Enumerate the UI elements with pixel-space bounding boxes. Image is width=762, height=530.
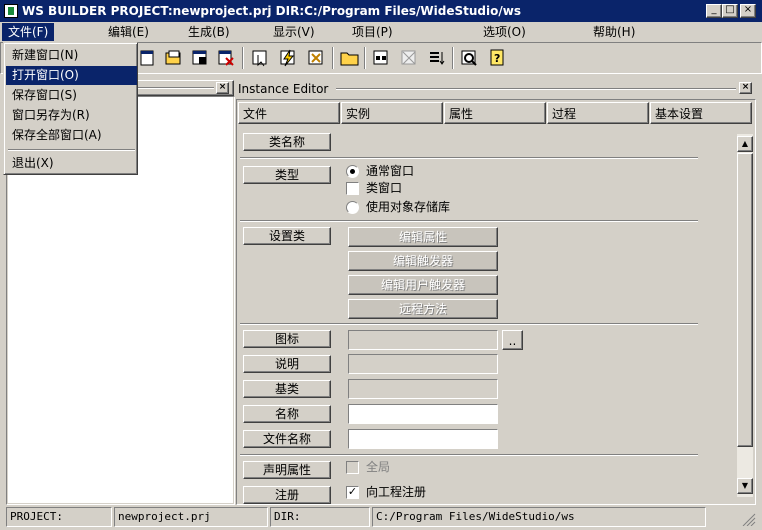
panel-grip (138, 87, 214, 89)
icon-browse-button[interactable]: .. (502, 330, 523, 350)
declare-attribute-label: 声明属性 (243, 461, 331, 479)
app-icon (4, 4, 18, 18)
instance-editor-title: Instance Editor (238, 82, 329, 96)
remote-methods-button[interactable]: 远程方法 (348, 299, 498, 319)
name-label: 名称 (243, 405, 331, 423)
settings-class-label: 设置类 (243, 227, 331, 245)
list-icon[interactable] (425, 46, 449, 70)
status-project-label: PROJECT: (6, 507, 112, 527)
maximize-button[interactable]: □ (722, 4, 738, 18)
edit-user-triggers-button[interactable]: 编辑用户触发器 (348, 275, 498, 295)
menu-item-open-window[interactable]: 打开窗口(O) (6, 66, 137, 85)
menu-help[interactable]: 帮助(H) (587, 23, 641, 41)
tab-attribute[interactable]: 属性 (444, 102, 546, 124)
tab-instance[interactable]: 实例 (341, 102, 443, 124)
group-separator (240, 323, 698, 325)
toolbar-separator (332, 47, 334, 69)
menu-edit[interactable]: 编辑(E) (102, 23, 155, 41)
status-dir-value: C:/Program Files/WideStudio/ws (372, 507, 706, 527)
type-label: 类型 (243, 166, 331, 184)
group-separator (240, 220, 698, 222)
menu-file[interactable]: 文件(F) (2, 23, 55, 41)
class-name-label: 类名称 (243, 133, 331, 151)
preview-icon[interactable] (457, 46, 481, 70)
description-field (348, 354, 498, 374)
menu-item-save-as[interactable]: 窗口另存为(R) (6, 106, 137, 125)
window-title: WS BUILDER PROJECT:newproject.prj DIR:C:… (22, 4, 521, 18)
panel-close-icon[interactable]: × (216, 82, 229, 94)
select-icon[interactable] (248, 46, 272, 70)
global-label: 全局 (366, 460, 391, 474)
run-icon[interactable] (304, 46, 328, 70)
menu-view[interactable]: 显示(V) (267, 23, 321, 41)
toolbar-separator (242, 47, 244, 69)
file-menu-dropdown: 新建窗口(N) 打开窗口(O) 保存窗口(S) 窗口另存为(R) 保存全部窗口(… (3, 42, 138, 175)
toolbar-separator (452, 47, 454, 69)
title-grip (336, 88, 736, 90)
svg-text:?: ? (494, 52, 500, 65)
menu-item-save-window[interactable]: 保存窗口(S) (6, 86, 137, 105)
status-dir-label: DIR: (270, 507, 370, 527)
edit-properties-button[interactable]: 编辑属性 (348, 227, 498, 247)
instance-editor-close-icon[interactable]: × (739, 82, 752, 94)
save-window-icon[interactable] (188, 46, 212, 70)
help-icon[interactable]: ? (485, 46, 509, 70)
base-class-label: 基类 (243, 380, 331, 398)
edit-triggers-button[interactable]: 编辑触发器 (348, 251, 498, 271)
file-name-input[interactable] (348, 429, 498, 449)
register-to-project-label: 向工程注册 (366, 485, 427, 499)
tab-procedure[interactable]: 过程 (547, 102, 649, 124)
open-folder-icon[interactable] (338, 46, 362, 70)
scroll-up-icon[interactable]: ▲ (737, 136, 753, 152)
file-name-label: 文件名称 (243, 430, 331, 448)
register-label: 注册 (243, 486, 331, 504)
menu-options[interactable]: 选项(O) (477, 23, 532, 41)
normal-window-radio[interactable] (346, 165, 359, 178)
new-window-icon[interactable] (136, 46, 160, 70)
grid-icon[interactable] (369, 46, 393, 70)
title-bar: WS BUILDER PROJECT:newproject.prj DIR:C:… (0, 0, 762, 22)
name-input[interactable] (348, 404, 498, 424)
menu-item-new-window[interactable]: 新建窗口(N) (6, 46, 137, 65)
open-window-icon[interactable] (162, 46, 186, 70)
group-separator (240, 454, 698, 456)
group-separator (240, 157, 698, 159)
register-checkbox[interactable]: ✓ (346, 486, 359, 499)
class-window-checkbox[interactable] (346, 182, 359, 195)
toolbar-separator (364, 47, 366, 69)
scroll-thumb[interactable] (737, 153, 753, 447)
close-button[interactable]: × (740, 4, 756, 18)
global-checkbox[interactable] (346, 461, 359, 474)
delete-icon[interactable] (397, 46, 421, 70)
menu-item-save-all[interactable]: 保存全部窗口(A) (6, 126, 137, 145)
status-project-value: newproject.prj (114, 507, 268, 527)
description-label: 说明 (243, 355, 331, 373)
object-repository-label: 使用对象存储库 (366, 200, 451, 214)
base-class-field (348, 379, 498, 399)
normal-window-label: 通常窗口 (366, 164, 415, 178)
icon-label: 图标 (243, 330, 331, 348)
menu-build[interactable]: 生成(B) (182, 23, 236, 41)
close-window-icon[interactable] (214, 46, 238, 70)
menu-item-exit[interactable]: 退出(X) (6, 154, 137, 173)
object-repository-radio[interactable] (346, 201, 359, 214)
icon-field (348, 330, 498, 350)
menu-project[interactable]: 项目(P) (346, 23, 399, 41)
class-window-label: 类窗口 (366, 181, 403, 195)
tab-basic-settings[interactable]: 基本设置 (650, 102, 752, 124)
menu-separator (8, 149, 135, 151)
build-icon[interactable] (276, 46, 300, 70)
tab-file[interactable]: 文件 (238, 102, 340, 124)
resize-grip-icon[interactable] (740, 512, 758, 527)
scroll-down-icon[interactable]: ▼ (737, 478, 753, 494)
minimize-button[interactable]: _ (706, 4, 722, 18)
